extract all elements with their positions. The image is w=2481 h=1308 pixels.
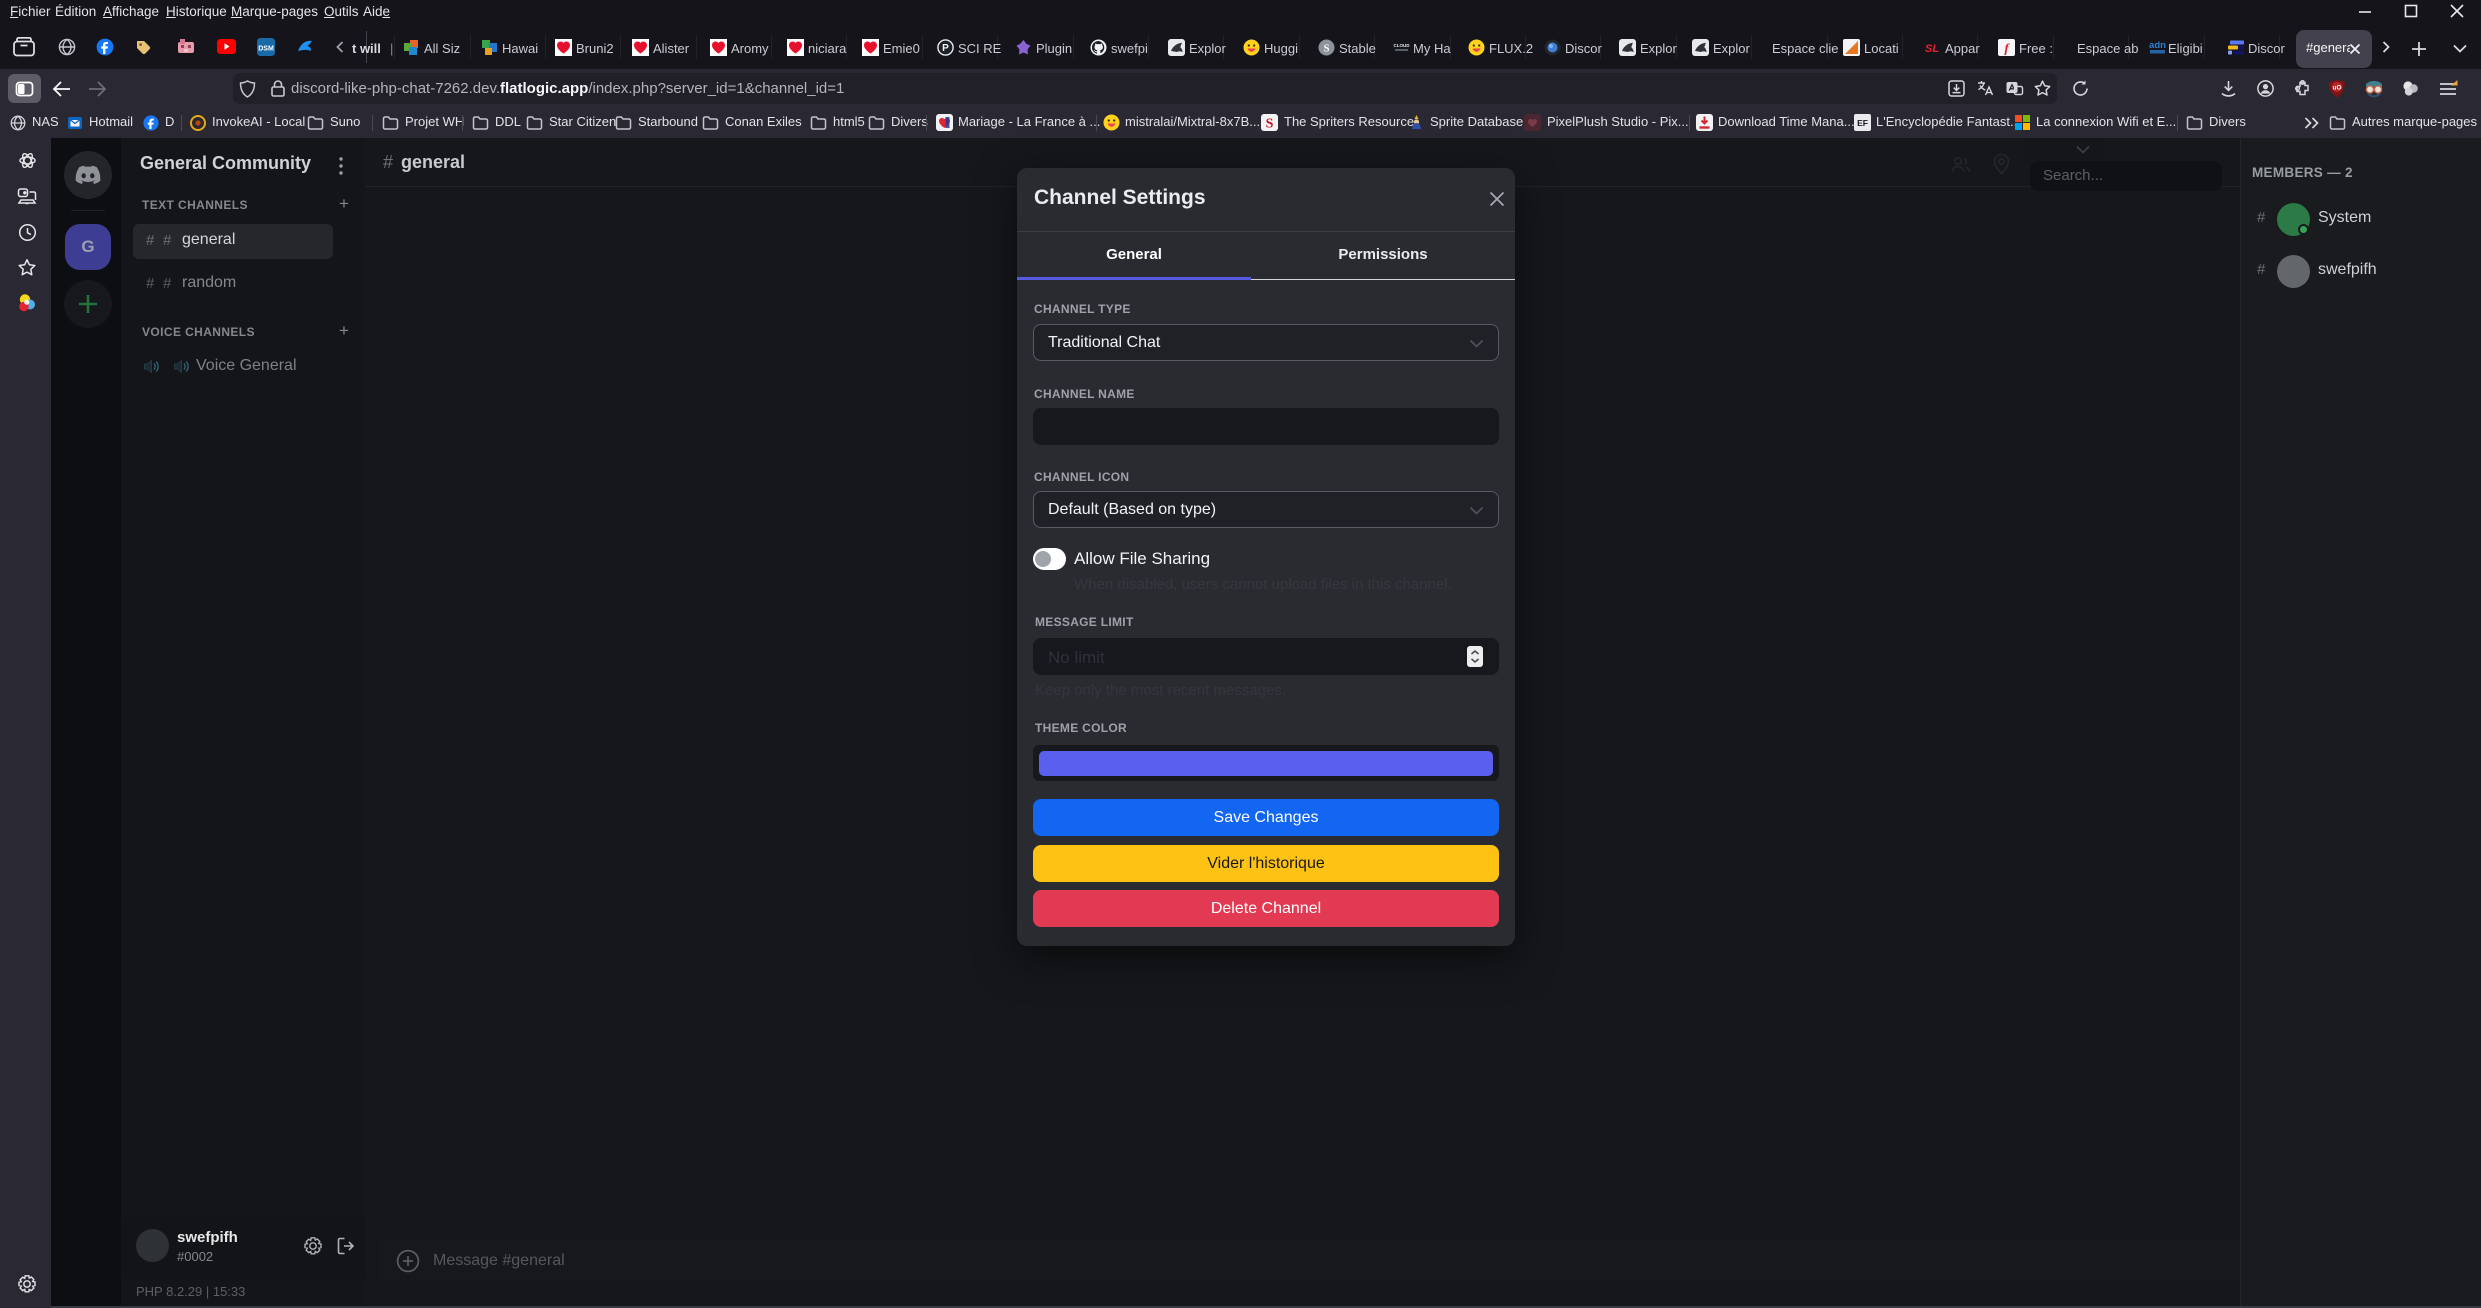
svg-text:S: S <box>1324 43 1330 54</box>
svg-text:SL: SL <box>1925 43 1939 55</box>
svg-text:P: P <box>942 43 949 54</box>
svg-text:adn: adn <box>2149 40 2166 51</box>
svg-text:DSM: DSM <box>258 46 274 53</box>
svg-text:S: S <box>1266 117 1274 132</box>
svg-text:uO: uO <box>2332 85 2341 92</box>
svg-text:CLOUD: CLOUD <box>1394 43 1411 48</box>
svg-text:EF: EF <box>1857 118 1868 128</box>
